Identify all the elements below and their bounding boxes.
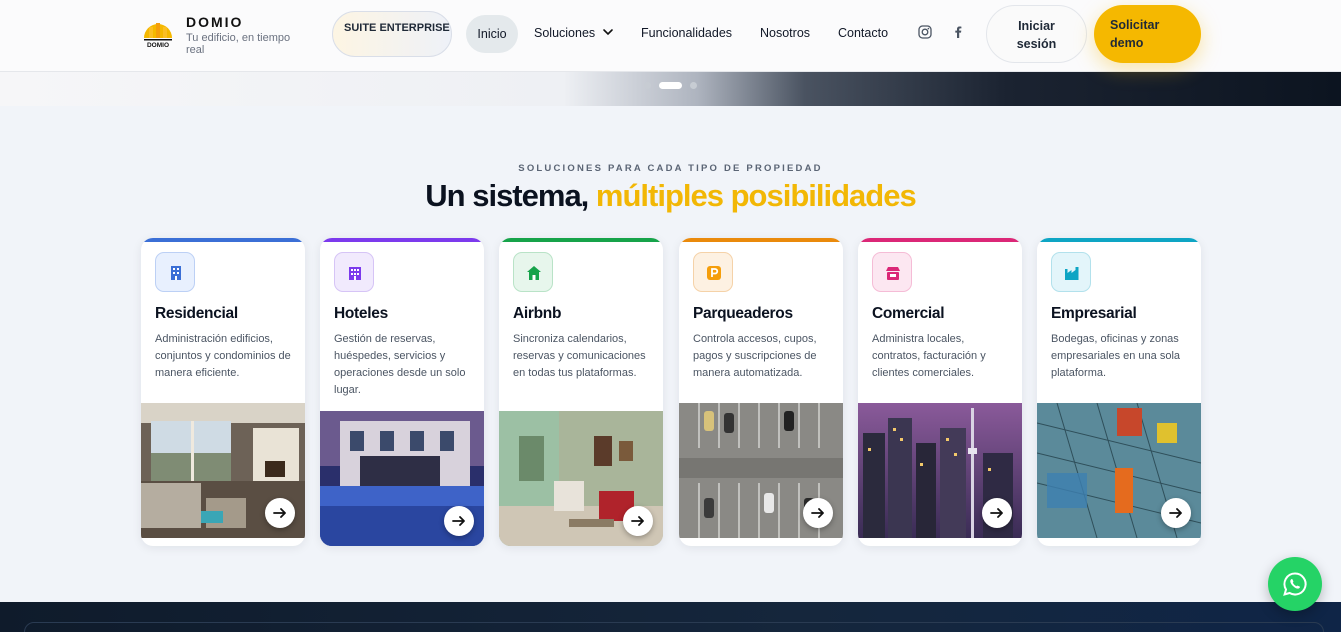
hero-slider-bottom xyxy=(0,72,1341,106)
card-accent-bar xyxy=(320,238,484,242)
nav-contacto[interactable]: Contacto xyxy=(838,26,888,40)
factory-icon xyxy=(1065,267,1079,280)
card-description: Controla accesos, cupos, pagos y suscrip… xyxy=(693,333,817,379)
arrow-right-icon xyxy=(452,516,465,526)
card-icon-box xyxy=(513,252,553,292)
parking-icon xyxy=(707,266,721,280)
card-accent-bar xyxy=(1037,238,1201,242)
card-arrow-button[interactable] xyxy=(623,506,653,536)
arrow-right-icon xyxy=(990,508,1003,518)
building-icon xyxy=(171,266,181,280)
request-demo-button[interactable]: Solicitar demo xyxy=(1094,5,1201,63)
card-description: Bodegas, oficinas y zonas empresariales … xyxy=(1051,333,1181,379)
card-title: Empresarial xyxy=(1051,305,1137,322)
card-airbnb[interactable]: Airbnb Sincroniza calendarios, reservas … xyxy=(499,238,663,546)
card-comercial[interactable]: Comercial Administra locales, contratos,… xyxy=(858,238,1022,546)
card-title: Airbnb xyxy=(513,305,562,322)
section-kicker: SOLUCIONES PARA CADA TIPO DE PROPIEDAD xyxy=(518,163,823,174)
store-icon xyxy=(886,267,900,280)
facebook-icon[interactable] xyxy=(951,25,965,39)
brand-name: DOMIO xyxy=(186,14,244,30)
hotel-icon xyxy=(349,267,361,280)
card-residencial[interactable]: Residencial Administración edificios, co… xyxy=(141,238,305,546)
card-parqueaderos[interactable]: Parqueaderos Controla accesos, cupos, pa… xyxy=(679,238,843,546)
brand-tagline: Tu edificio, en tiempo real xyxy=(186,32,291,56)
chevron-down-icon[interactable] xyxy=(602,26,614,38)
card-icon-box xyxy=(334,252,374,292)
whatsapp-button[interactable] xyxy=(1268,557,1322,611)
arrow-right-icon xyxy=(1169,508,1182,518)
card-arrow-button[interactable] xyxy=(265,498,295,528)
card-accent-bar xyxy=(499,238,663,242)
svg-text:DOMIO: DOMIO xyxy=(147,42,169,48)
login-label: Iniciar sesión xyxy=(1016,19,1057,51)
card-description: Administra locales, contratos, facturaci… xyxy=(872,333,986,379)
nav-inicio[interactable]: Inicio xyxy=(466,15,518,53)
login-button[interactable]: Iniciar sesión xyxy=(986,5,1087,63)
card-title: Residencial xyxy=(155,305,238,322)
card-description: Administración edificios, conjuntos y co… xyxy=(155,333,291,379)
nav-nosotros[interactable]: Nosotros xyxy=(760,26,810,40)
card-title: Hoteles xyxy=(334,305,388,322)
headline-highlight: múltiples posibilidades xyxy=(595,178,917,213)
whatsapp-icon xyxy=(1283,572,1307,596)
card-icon-box xyxy=(1051,252,1091,292)
card-accent-bar xyxy=(679,238,843,242)
demo-label: Solicitar demo xyxy=(1110,18,1160,50)
next-section-panel xyxy=(24,622,1324,632)
slider-dot-active[interactable] xyxy=(659,82,682,89)
nav-soluciones[interactable]: Soluciones xyxy=(534,26,595,40)
card-arrow-button[interactable] xyxy=(982,498,1012,528)
card-title: Parqueaderos xyxy=(693,305,793,322)
card-arrow-button[interactable] xyxy=(444,506,474,536)
card-accent-bar xyxy=(141,238,305,242)
card-accent-bar xyxy=(858,238,1022,242)
site-header: DOMIO DOMIO Tu edificio, en tiempo real … xyxy=(0,0,1341,72)
headline-main: Un sistema, xyxy=(425,178,589,213)
slider-dot[interactable] xyxy=(644,82,651,89)
slider-dot[interactable] xyxy=(690,82,697,89)
card-hoteles[interactable]: Hoteles Gestión de reservas, huéspedes, … xyxy=(320,238,484,546)
nav-funcionalidades[interactable]: Funcionalidades xyxy=(641,26,732,40)
card-arrow-button[interactable] xyxy=(803,498,833,528)
domio-logo-icon[interactable]: DOMIO xyxy=(142,18,174,48)
card-empresarial[interactable]: Empresarial Bodegas, oficinas y zonas em… xyxy=(1037,238,1201,546)
instagram-icon[interactable] xyxy=(918,25,932,39)
section-headline: Un sistema, múltiples posibilidades xyxy=(0,178,1341,214)
card-icon-box xyxy=(155,252,195,292)
card-icon-box xyxy=(693,252,733,292)
card-description: Gestión de reservas, huéspedes, servicio… xyxy=(334,333,466,396)
arrow-right-icon xyxy=(273,508,286,518)
card-description: Sincroniza calendarios, reservas y comun… xyxy=(513,333,646,379)
card-title: Comercial xyxy=(872,305,945,322)
brand[interactable]: DOMIO Tu edificio, en tiempo real xyxy=(186,14,304,56)
card-icon-box xyxy=(872,252,912,292)
arrow-right-icon xyxy=(811,508,824,518)
home-icon xyxy=(527,266,541,280)
arrow-right-icon xyxy=(631,516,644,526)
card-arrow-button[interactable] xyxy=(1161,498,1191,528)
suite-enterprise-badge[interactable]: SUITE ENTERPRISE xyxy=(332,11,452,57)
